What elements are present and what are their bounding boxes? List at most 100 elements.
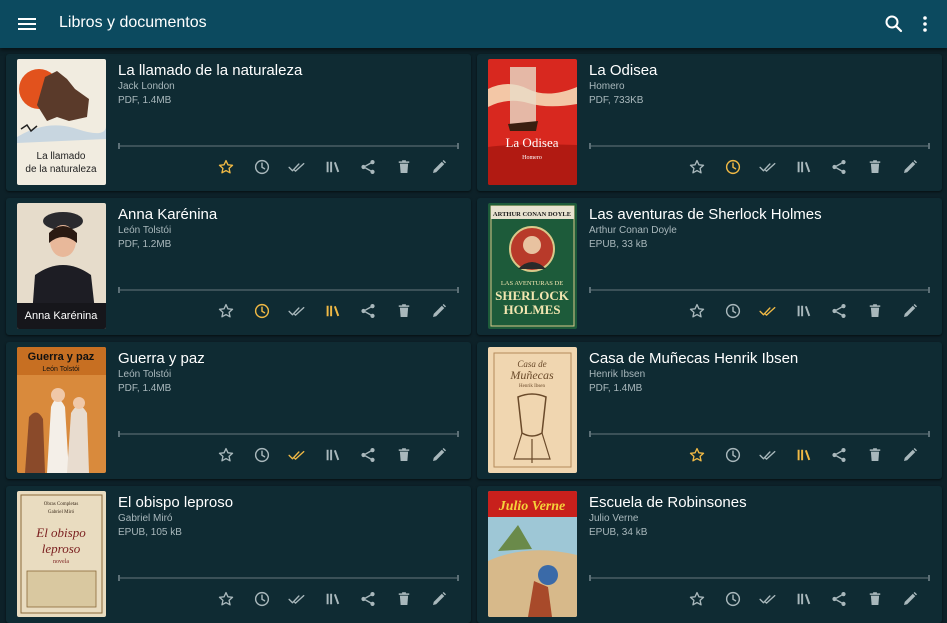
recent-icon[interactable] xyxy=(724,302,742,320)
edit-icon[interactable] xyxy=(901,590,919,608)
delete-icon[interactable] xyxy=(866,302,884,320)
read-icon[interactable] xyxy=(288,446,306,464)
read-icon[interactable] xyxy=(759,590,777,608)
book-meta: PDF, 1.4MB xyxy=(118,95,172,106)
book-author: León Tolstói xyxy=(118,369,172,380)
recent-icon[interactable] xyxy=(253,158,271,176)
favorite-icon[interactable] xyxy=(217,302,235,320)
app-title: Libros y documentos xyxy=(59,14,207,31)
book-title[interactable]: Las aventuras de Sherlock Holmes xyxy=(589,206,822,223)
delete-icon[interactable] xyxy=(866,590,884,608)
recent-icon[interactable] xyxy=(253,590,271,608)
book-meta: EPUB, 105 kB xyxy=(118,527,182,538)
book-card[interactable]: La Odisea Homero La Odisea Homero PDF, 7… xyxy=(477,54,942,191)
book-cover[interactable]: La Odisea Homero xyxy=(488,59,577,185)
collection-icon[interactable] xyxy=(795,158,813,176)
collection-icon[interactable] xyxy=(795,302,813,320)
edit-icon[interactable] xyxy=(430,158,448,176)
book-cover[interactable]: Guerra y paz León Tolstói xyxy=(17,347,106,473)
search-icon[interactable] xyxy=(882,12,906,36)
menu-icon[interactable] xyxy=(15,12,39,36)
edit-icon[interactable] xyxy=(430,590,448,608)
cover-title: Anna Karénina xyxy=(25,310,99,322)
book-card[interactable]: ARTHUR CONAN DOYLE LAS AVENTURAS DE SHER… xyxy=(477,198,942,335)
share-icon[interactable] xyxy=(359,158,377,176)
share-icon[interactable] xyxy=(359,446,377,464)
read-icon[interactable] xyxy=(288,302,306,320)
collection-icon[interactable] xyxy=(324,158,342,176)
favorite-icon[interactable] xyxy=(217,446,235,464)
book-card[interactable]: Julio Verne Escuela de Robinsones Julio … xyxy=(477,486,942,623)
recent-icon[interactable] xyxy=(724,590,742,608)
delete-icon[interactable] xyxy=(866,158,884,176)
collection-icon[interactable] xyxy=(795,446,813,464)
share-icon[interactable] xyxy=(830,302,848,320)
favorite-icon[interactable] xyxy=(217,590,235,608)
book-author: Henrik Ibsen xyxy=(589,369,646,380)
book-meta: EPUB, 34 kB xyxy=(589,527,648,538)
cover-subtitle: novela xyxy=(53,559,69,565)
book-title[interactable]: Escuela de Robinsones xyxy=(589,494,747,511)
book-card[interactable]: La llamado de la naturaleza La llamado d… xyxy=(6,54,471,191)
cover-title: SHERLOCK xyxy=(495,288,570,303)
read-icon[interactable] xyxy=(759,302,777,320)
book-author: Gabriel Miró xyxy=(118,513,173,524)
favorite-icon[interactable] xyxy=(217,158,235,176)
share-icon[interactable] xyxy=(359,590,377,608)
delete-icon[interactable] xyxy=(395,158,413,176)
book-cover[interactable]: La llamado de la naturaleza xyxy=(17,59,106,185)
delete-icon[interactable] xyxy=(395,446,413,464)
collection-icon[interactable] xyxy=(324,302,342,320)
book-card[interactable]: Obras Completas Gabriel Miró El obispo l… xyxy=(6,486,471,623)
share-icon[interactable] xyxy=(830,590,848,608)
reading-progress xyxy=(118,575,459,581)
more-vert-icon[interactable] xyxy=(913,12,937,36)
cover-author: Gabriel Miró xyxy=(48,510,75,515)
recent-icon[interactable] xyxy=(253,302,271,320)
collection-icon[interactable] xyxy=(324,446,342,464)
book-title[interactable]: Guerra y paz xyxy=(118,350,205,367)
read-icon[interactable] xyxy=(759,446,777,464)
book-cover[interactable]: Casa de Muñecas Henrik Ibsen xyxy=(488,347,577,473)
favorite-icon[interactable] xyxy=(688,302,706,320)
book-cover[interactable]: Anna Karénina xyxy=(17,203,106,329)
book-meta: EPUB, 33 kB xyxy=(589,239,648,250)
collection-icon[interactable] xyxy=(324,590,342,608)
book-title[interactable]: La Odisea xyxy=(589,62,657,79)
edit-icon[interactable] xyxy=(901,302,919,320)
share-icon[interactable] xyxy=(830,446,848,464)
favorite-icon[interactable] xyxy=(688,158,706,176)
cover-subtitle: Homero xyxy=(522,155,542,161)
book-title[interactable]: El obispo leproso xyxy=(118,494,233,511)
read-icon[interactable] xyxy=(759,158,777,176)
delete-icon[interactable] xyxy=(395,590,413,608)
recent-icon[interactable] xyxy=(253,446,271,464)
edit-icon[interactable] xyxy=(430,446,448,464)
edit-icon[interactable] xyxy=(901,158,919,176)
read-icon[interactable] xyxy=(288,590,306,608)
cover-author: ARTHUR CONAN DOYLE xyxy=(493,211,571,218)
share-icon[interactable] xyxy=(830,158,848,176)
book-cover[interactable]: Julio Verne xyxy=(488,491,577,617)
recent-icon[interactable] xyxy=(724,158,742,176)
edit-icon[interactable] xyxy=(901,446,919,464)
book-author: Arthur Conan Doyle xyxy=(589,225,677,236)
read-icon[interactable] xyxy=(288,158,306,176)
book-cover[interactable]: Obras Completas Gabriel Miró El obispo l… xyxy=(17,491,106,617)
delete-icon[interactable] xyxy=(866,446,884,464)
book-card[interactable]: Guerra y paz León Tolstói Guerra y paz L… xyxy=(6,342,471,479)
collection-icon[interactable] xyxy=(795,590,813,608)
delete-icon[interactable] xyxy=(395,302,413,320)
reading-progress xyxy=(118,143,459,149)
book-title[interactable]: Casa de Muñecas Henrik Ibsen xyxy=(589,350,798,367)
recent-icon[interactable] xyxy=(724,446,742,464)
book-cover[interactable]: ARTHUR CONAN DOYLE LAS AVENTURAS DE SHER… xyxy=(488,203,577,329)
book-card[interactable]: Anna Karénina Anna Karénina León Tolstói… xyxy=(6,198,471,335)
share-icon[interactable] xyxy=(359,302,377,320)
favorite-icon[interactable] xyxy=(688,590,706,608)
book-title[interactable]: Anna Karénina xyxy=(118,206,217,223)
book-card[interactable]: Casa de Muñecas Henrik Ibsen Casa de Muñ… xyxy=(477,342,942,479)
favorite-icon[interactable] xyxy=(688,446,706,464)
book-title[interactable]: La llamado de la naturaleza xyxy=(118,62,302,79)
edit-icon[interactable] xyxy=(430,302,448,320)
